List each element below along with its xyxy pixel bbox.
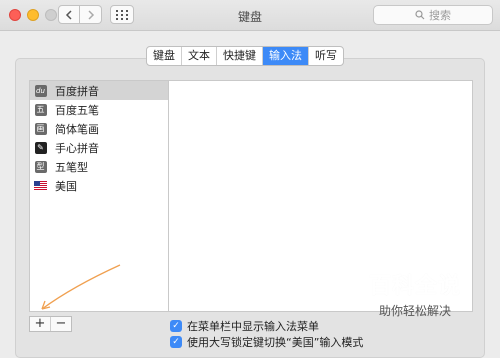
title-bar: 键盘 搜索 [0, 0, 500, 31]
tab-dictation[interactable]: 听写 [309, 47, 343, 65]
list-item-label: 简体笔画 [55, 122, 99, 136]
list-item[interactable]: ✎ 手心拼音 [30, 138, 168, 157]
list-item[interactable]: 美国 [30, 176, 168, 195]
list-item-label: 百度五笔 [55, 103, 99, 117]
option-caps-lock-switch[interactable]: ✓ 使用大写锁定键切换“美国”输入模式 [170, 334, 363, 350]
watermark-subtitle: 助你轻松解决 [378, 304, 451, 318]
list-item-label: 手心拼音 [55, 141, 99, 155]
search-icon [415, 10, 425, 20]
list-item-label: 五笔型 [55, 160, 88, 174]
tab-bar: 键盘 文本 快捷键 输入法 听写 [146, 46, 344, 66]
tab-keyboard[interactable]: 键盘 [147, 47, 182, 65]
option-label: 使用大写锁定键切换“美国”输入模式 [187, 336, 364, 349]
du-icon: du [34, 84, 47, 97]
search-field[interactable]: 搜索 [373, 5, 493, 25]
list-item-label: 美国 [55, 179, 77, 193]
remove-input-source-button[interactable]: − [51, 317, 71, 331]
tab-shortcuts[interactable]: 快捷键 [217, 47, 263, 65]
tab-text[interactable]: 文本 [182, 47, 217, 65]
shouxin-icon: ✎ [34, 141, 47, 154]
list-item[interactable]: 型 五笔型 [30, 157, 168, 176]
search-placeholder: 搜索 [429, 9, 451, 22]
wubixing-icon: 型 [34, 160, 47, 173]
list-item-label: 百度拼音 [55, 84, 99, 98]
tab-input-sources[interactable]: 输入法 [263, 47, 309, 65]
option-show-menu[interactable]: ✓ 在菜单栏中显示输入法菜单 [170, 318, 319, 334]
annotation-arrow-icon [41, 264, 121, 310]
us-flag-icon [34, 179, 47, 192]
checkbox-checked-icon[interactable]: ✓ [170, 336, 182, 348]
checkbox-checked-icon[interactable]: ✓ [170, 320, 182, 332]
add-input-source-button[interactable]: + [30, 317, 51, 331]
list-item[interactable]: du 百度拼音 [30, 81, 168, 100]
option-label: 在菜单栏中显示输入法菜单 [187, 320, 319, 333]
stroke-icon: 画 [34, 122, 47, 135]
list-item[interactable]: 五 百度五笔 [30, 100, 168, 119]
add-remove-control: + − [29, 316, 72, 332]
list-item[interactable]: 画 简体笔画 [30, 119, 168, 138]
watermark: 百科全说 助你轻松解决 [355, 268, 475, 318]
watermark-title: 百科全说 [368, 274, 461, 299]
wubi-icon: 五 [34, 103, 47, 116]
